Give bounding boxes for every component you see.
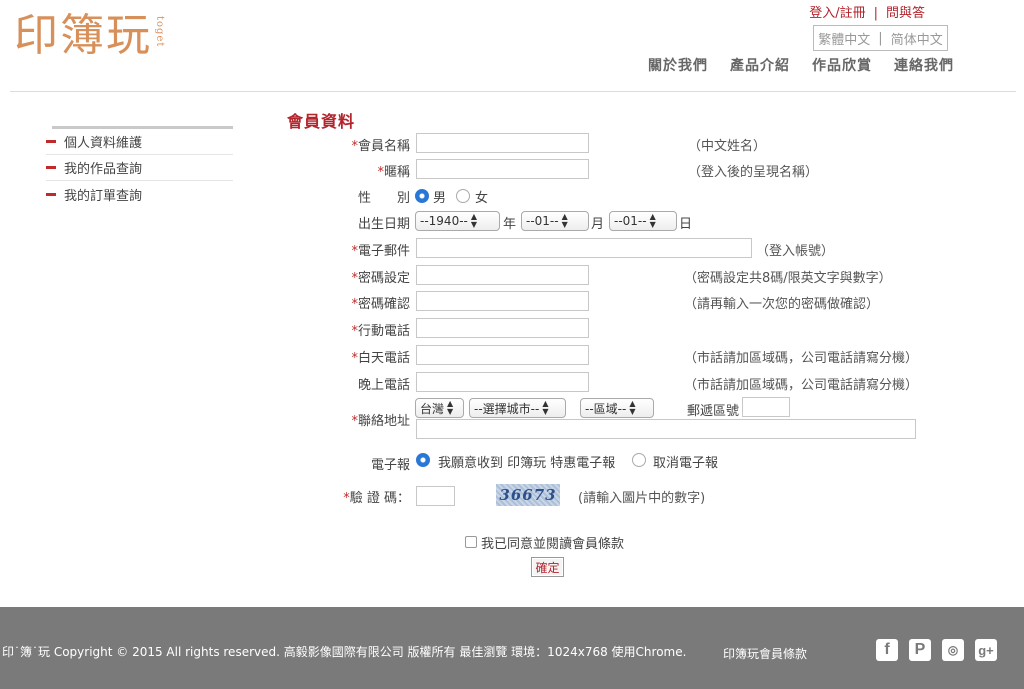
login-register-link[interactable]: 登入/註冊 [809, 6, 865, 21]
birth-month-select[interactable]: --01-- ▲ ▼ [521, 211, 589, 231]
top-links: 登入/註冊 | 問與答 [809, 2, 925, 21]
faq-link[interactable]: 問與答 [886, 6, 925, 21]
page-title: 會員資料 [287, 112, 356, 131]
newsletter-label: 電子報 [370, 458, 410, 473]
main-nav: 關於我們 產品介紹 作品欣賞 連絡我們 [648, 55, 954, 75]
password-confirm-label: *密碼確認 [351, 297, 410, 312]
bullet-dash-icon [46, 192, 56, 196]
night-phone-label: 晚上電話 [357, 378, 410, 393]
updown-arrow-icon: ▲ ▼ [561, 212, 568, 229]
gender-label: 性 別 [357, 191, 410, 206]
google-plus-icon[interactable]: g+ [975, 639, 997, 661]
month-unit: 月 [591, 217, 605, 232]
footer: 印˙簿˙玩 Copyright © 2015 All rights reserv… [0, 607, 1024, 689]
email-label: *電子郵件 [351, 244, 410, 259]
day-unit: 日 [679, 217, 693, 232]
district-select[interactable]: --區域-- ▲ ▼ [580, 398, 654, 418]
captcha-image: 36673 [496, 484, 560, 506]
logo-vertical-text: toget [154, 16, 165, 48]
night-phone-hint: （市話請加區域碼，公司電話請寫分機） [684, 378, 919, 393]
agree-label: 我已同意並閱讀會員條款 [481, 537, 625, 552]
separator: | [878, 30, 883, 46]
address-input[interactable] [416, 419, 916, 439]
sidebar-item-orders[interactable]: 我的訂單查詢 [46, 181, 233, 207]
weibo-icon[interactable]: ◎ [942, 639, 964, 661]
lang-traditional-link[interactable]: 繁體中文 [818, 29, 870, 48]
captcha-hint: (請輸入圖片中的數字) [578, 491, 706, 506]
updown-arrow-icon: ▲ ▼ [447, 399, 454, 416]
lang-simplified-link[interactable]: 简体中文 [891, 29, 943, 48]
password-hint: （密碼設定共8碼/限英文字與數字） [684, 271, 892, 286]
captcha-input[interactable] [416, 486, 455, 506]
gender-female-radio[interactable] [456, 189, 470, 203]
password-label: *密碼設定 [351, 271, 410, 286]
bullet-dash-icon [46, 166, 56, 169]
gender-female-label: 女 [475, 191, 489, 206]
newsletter-unsubscribe-label: 取消電子報 [653, 456, 719, 471]
gender-male-radio[interactable] [415, 189, 429, 203]
nickname-input[interactable] [416, 159, 589, 179]
birth-year-select[interactable]: --1940-- ▲ ▼ [415, 211, 500, 231]
newsletter-subscribe-label: 我願意收到 印簿玩 特惠電子報 [438, 456, 616, 471]
nickname-hint: （登入後的呈現名稱） [688, 165, 819, 180]
password-confirm-hint: （請再輸入一次您的密碼做確認） [684, 297, 880, 312]
updown-arrow-icon: ▲ ▼ [470, 212, 478, 229]
bullet-dash-icon [46, 140, 56, 143]
nav-gallery[interactable]: 作品欣賞 [812, 55, 872, 75]
copyright-text: 印˙簿˙玩 Copyright © 2015 All rights reserv… [2, 645, 687, 659]
sidebar-item-profile[interactable]: 個人資料維護 [46, 129, 233, 155]
language-switcher: 繁體中文 | 简体中文 [813, 25, 948, 51]
pinterest-icon[interactable]: P [909, 639, 931, 661]
birthday-label: 出生日期 [357, 217, 410, 232]
mobile-input[interactable] [416, 318, 589, 338]
submit-button[interactable]: 確定 [531, 557, 564, 577]
updown-arrow-icon: ▲ ▼ [649, 212, 656, 229]
sidebar-item-label: 個人資料維護 [64, 136, 143, 151]
newsletter-subscribe-radio[interactable] [416, 453, 430, 467]
logo-text: 印簿玩 [14, 10, 152, 61]
gender-male-label: 男 [433, 191, 447, 206]
year-unit: 年 [503, 217, 517, 232]
password-confirm-input[interactable] [416, 291, 589, 311]
facebook-icon[interactable]: f [876, 639, 898, 661]
header-divider [10, 91, 1016, 92]
day-phone-input[interactable] [416, 345, 589, 365]
password-input[interactable] [416, 265, 589, 285]
city-select[interactable]: --選擇城市-- ▲ ▼ [469, 398, 566, 418]
site-logo[interactable]: 印簿玩 toget [14, 14, 165, 58]
captcha-label: *驗 證 碼： [343, 491, 410, 506]
newsletter-unsubscribe-radio[interactable] [632, 453, 646, 467]
birth-day-select[interactable]: --01-- ▲ ▼ [609, 211, 677, 231]
nav-contact[interactable]: 連絡我們 [894, 55, 954, 75]
country-select[interactable]: 台灣 ▲ ▼ [415, 398, 464, 418]
day-phone-label: *白天電話 [351, 351, 410, 366]
separator: | [873, 6, 878, 21]
zip-label: 郵遞區號 [687, 404, 740, 419]
day-phone-hint: （市話請加區域碼，公司電話請寫分機） [684, 351, 919, 366]
email-hint: （登入帳號） [756, 244, 835, 259]
sidebar-item-label: 我的訂單查詢 [64, 188, 143, 204]
sidebar: 個人資料維護 我的作品查詢 我的訂單查詢 [46, 126, 233, 207]
nav-about[interactable]: 關於我們 [648, 55, 708, 75]
zip-input[interactable] [742, 397, 790, 417]
member-name-input[interactable] [416, 133, 589, 153]
member-name-label: *會員名稱 [351, 139, 410, 154]
night-phone-input[interactable] [416, 372, 589, 392]
nav-products[interactable]: 產品介紹 [730, 55, 790, 75]
terms-link[interactable]: 印簿玩會員條款 [723, 645, 807, 662]
email-input[interactable] [416, 238, 752, 258]
member-name-hint: （中文姓名） [688, 139, 767, 154]
nickname-label: *暱稱 [377, 165, 410, 180]
updown-arrow-icon: ▲ ▼ [542, 399, 549, 416]
sidebar-item-works[interactable]: 我的作品查詢 [46, 155, 233, 181]
updown-arrow-icon: ▲ ▼ [629, 399, 636, 416]
agree-checkbox[interactable] [465, 536, 477, 548]
sidebar-item-label: 我的作品查詢 [64, 162, 143, 177]
mobile-label: *行動電話 [351, 324, 410, 339]
address-label: *聯絡地址 [351, 414, 410, 429]
